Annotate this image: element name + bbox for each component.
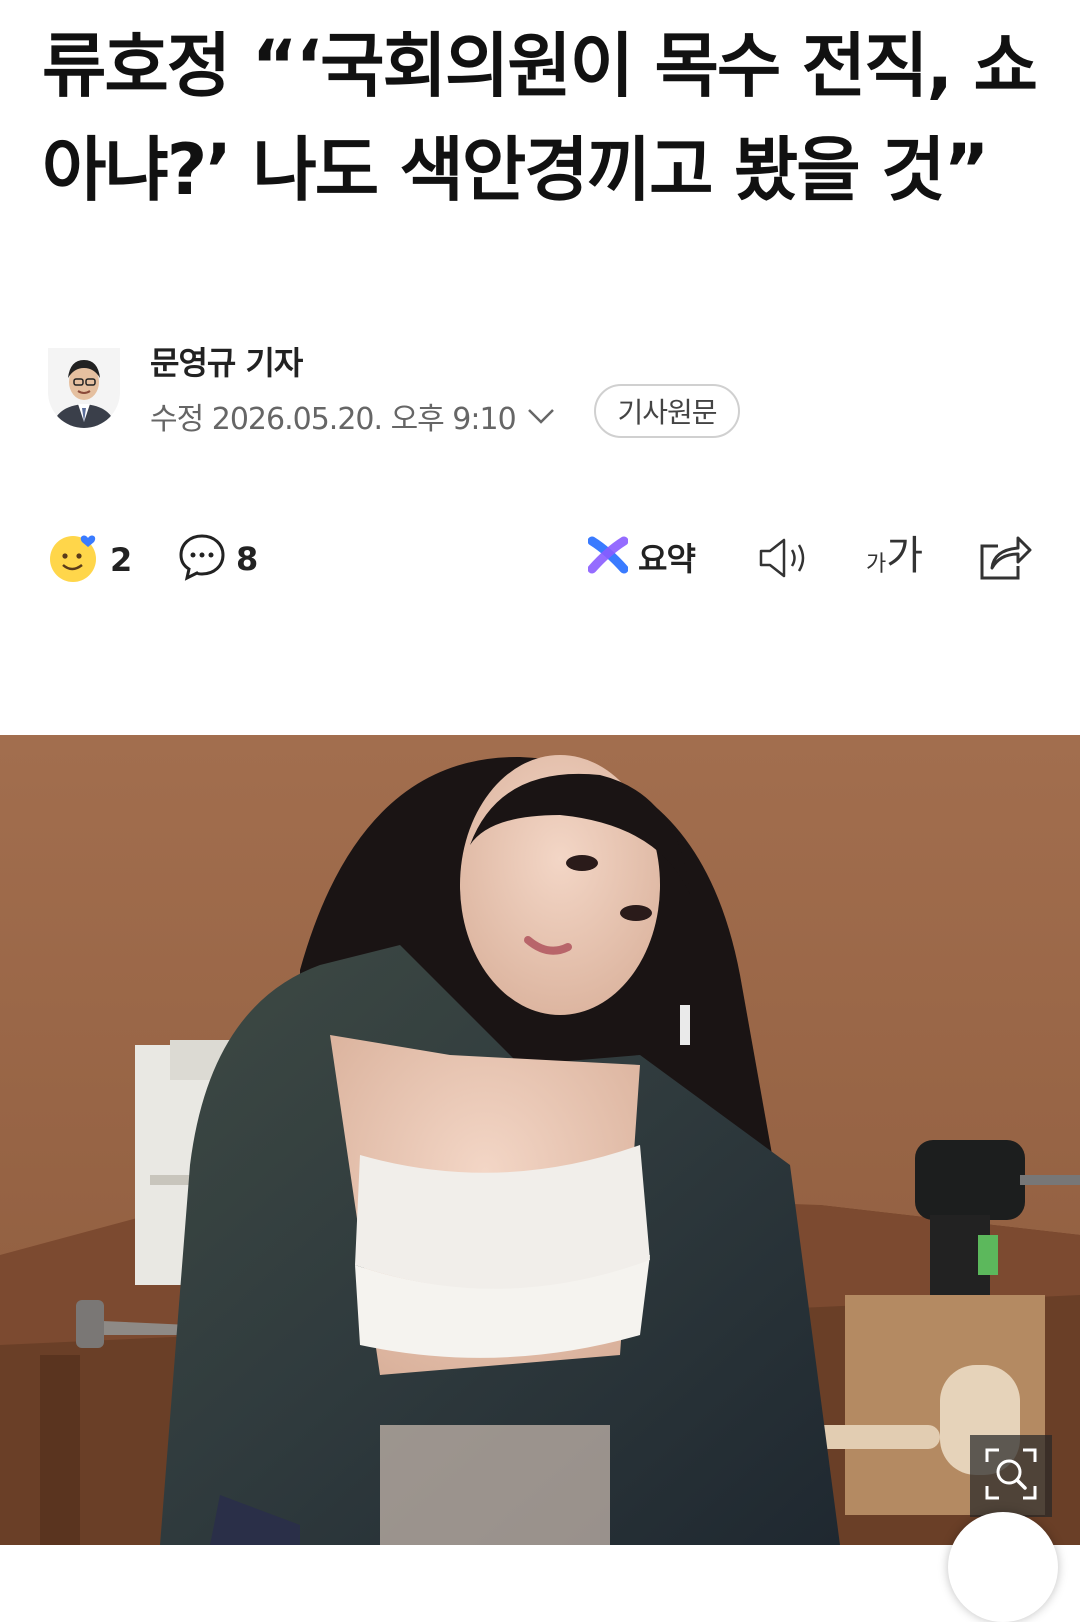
smiley-icon (48, 532, 100, 588)
zoom-icon (983, 1446, 1039, 1506)
byline: 문영규 기자 수정 2026.05.20. 오후 9:10 기사원문 (0, 330, 1080, 450)
chevron-down-icon[interactable] (526, 399, 556, 434)
summary-icon (587, 535, 629, 579)
original-article-button[interactable]: 기사원문 (594, 384, 740, 438)
share-icon (978, 532, 1032, 586)
font-size-button[interactable]: 가 가 (866, 534, 923, 578)
reaction-count: 2 (110, 541, 133, 579)
updated-text: 수정 2026.05.20. 오후 9:10 (150, 402, 517, 437)
reporter-avatar[interactable] (48, 348, 120, 428)
updated-date[interactable]: 수정 2026.05.20. 오후 9:10 (150, 394, 556, 438)
font-large-glyph: 가 (886, 533, 924, 579)
summary-label: 요약 (638, 540, 696, 578)
reporter-name[interactable]: 문영규 기자 (150, 338, 303, 384)
font-size-icon: 가 가 (866, 534, 923, 578)
article-headline: 류호정 “‘국회의원이 목수 전직, 쇼 아냐?’ 나도 색안경끼고 봤을 것” (42, 25, 1038, 211)
font-small-glyph: 가 (866, 552, 887, 577)
listen-button[interactable] (758, 536, 814, 584)
floating-action-button[interactable] (948, 1512, 1058, 1622)
comment-button[interactable]: 8 (178, 532, 258, 586)
article-photo[interactable] (0, 735, 1080, 1545)
photo-zoom-button[interactable] (970, 1435, 1052, 1517)
comment-count: 8 (236, 540, 259, 578)
comment-icon (178, 532, 226, 586)
share-button[interactable] (978, 532, 1032, 586)
article-toolbar: 2 8 요약 가 가 (0, 520, 1080, 600)
reaction-button[interactable]: 2 (48, 532, 132, 588)
summary-button[interactable]: 요약 (587, 534, 696, 580)
speaker-icon (758, 536, 814, 584)
